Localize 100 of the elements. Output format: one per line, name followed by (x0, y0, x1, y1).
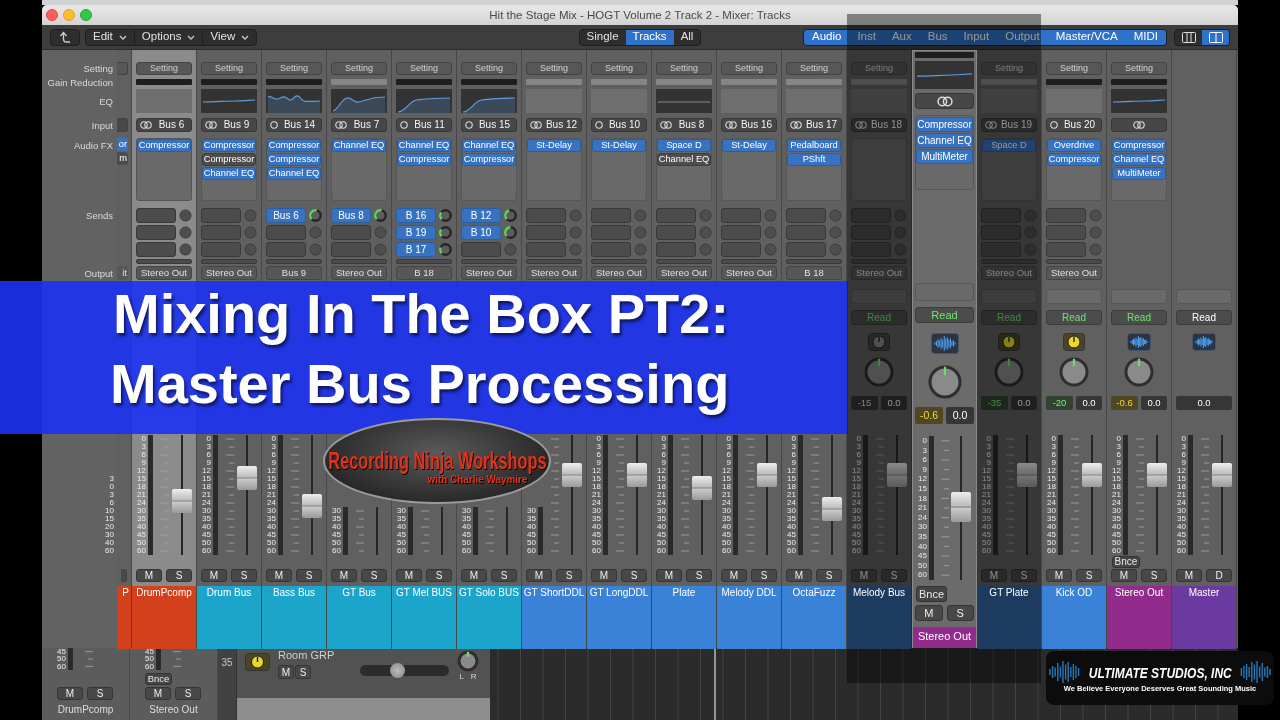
channel-button[interactable]: M (201, 569, 227, 582)
channel-button[interactable]: S (686, 569, 712, 582)
empty-send-slot[interactable] (526, 225, 566, 240)
plugin-button[interactable]: Compressor (267, 153, 321, 166)
automation-button[interactable]: Read (1046, 310, 1102, 325)
plugin-button[interactable]: Channel EQ (657, 153, 711, 166)
channel-button[interactable]: M (851, 569, 877, 582)
plugin-button[interactable]: Compressor (202, 139, 256, 152)
fader-cap[interactable] (172, 489, 192, 513)
filter-button[interactable]: Bus (919, 29, 956, 45)
empty-send-slot[interactable] (656, 208, 696, 223)
channel-button[interactable]: M (656, 569, 682, 582)
plugin-button[interactable]: Channel EQ (462, 139, 516, 152)
setting-button[interactable]: Setting (1046, 62, 1102, 75)
filter-button[interactable]: MIDI (1125, 29, 1166, 45)
setting-button[interactable]: Setting (786, 62, 842, 75)
setting-button[interactable]: Setting (1111, 62, 1167, 75)
destination-selector[interactable]: B 18 (786, 266, 842, 280)
setting-button[interactable]: Setting (981, 62, 1037, 75)
plugin-button[interactable]: Pedalboard (787, 139, 841, 152)
destination-selector[interactable]: Stereo Out (201, 266, 257, 280)
empty-send-slot[interactable] (786, 208, 826, 223)
channel-button[interactable]: S (295, 665, 311, 679)
eq-curve-display[interactable] (266, 89, 322, 113)
empty-send-slot[interactable] (201, 259, 257, 264)
plugin-button[interactable]: Compressor (137, 139, 191, 152)
destination-selector[interactable]: Stereo Out (656, 266, 712, 280)
channel-strip[interactable]: Setting Compressor Channel EQ MultiMeter Read -0.6 0.0 0 3 6 9 12 15 18 21 24 30 35 40 45 50 60 Bnce M S Stereo Out (1107, 50, 1172, 648)
channel-button[interactable]: S (426, 569, 452, 582)
channel-button[interactable]: S (231, 569, 257, 582)
channel-button[interactable]: S (87, 687, 113, 700)
fader-cap[interactable] (951, 491, 971, 522)
empty-send-slot[interactable] (786, 259, 842, 264)
setting-button[interactable]: Setting (266, 62, 322, 75)
send-button[interactable]: B 12 (461, 208, 501, 223)
empty-send-slot[interactable] (526, 242, 566, 257)
fader-cap[interactable] (757, 462, 777, 487)
close-button[interactable] (46, 9, 58, 21)
empty-send-slot[interactable] (526, 259, 582, 264)
channel-button[interactable]: S (491, 569, 517, 582)
channel-button[interactable]: S (621, 569, 647, 582)
source-selector[interactable]: Bus 17 (786, 118, 842, 132)
empty-send-slot[interactable] (721, 208, 761, 223)
send-button[interactable]: Bus 6 (266, 208, 306, 223)
destination-selector[interactable]: it (117, 266, 128, 280)
channel-button[interactable]: M (1111, 569, 1137, 582)
empty-send-slot[interactable] (136, 225, 176, 240)
plugin-button[interactable]: or (117, 138, 128, 151)
channel-button[interactable]: S (881, 569, 907, 582)
channel-button[interactable]: M (136, 569, 162, 582)
destination-selector[interactable]: Stereo Out (1046, 266, 1102, 280)
destination-selector[interactable]: Stereo Out (851, 266, 907, 280)
bounce-button[interactable]: Bnce (916, 586, 947, 602)
bounce-button[interactable]: Bnce (1112, 556, 1140, 568)
send-knob[interactable] (439, 209, 452, 222)
send-knob[interactable] (504, 209, 517, 222)
plugin-button[interactable]: PShft (787, 153, 841, 166)
empty-send-slot[interactable] (136, 242, 176, 257)
empty-send-slot[interactable] (266, 242, 306, 257)
empty-send-slot[interactable] (591, 225, 631, 240)
filter-button[interactable]: Master/VCA (1047, 29, 1126, 45)
plugin-button[interactable]: Compressor (202, 153, 256, 166)
back-button[interactable] (50, 28, 80, 46)
plugin-button[interactable]: Channel EQ (397, 139, 451, 152)
source-selector[interactable]: Bus 18 (851, 118, 907, 132)
source-selector[interactable]: Bus 11 (396, 118, 452, 132)
plugin-button[interactable]: Compressor (267, 139, 321, 152)
eq-curve-display[interactable] (331, 89, 387, 113)
empty-send-slot[interactable] (786, 225, 826, 240)
send-knob[interactable] (374, 209, 387, 222)
plugin-button[interactable]: Space D (982, 139, 1036, 152)
empty-send-slot[interactable] (591, 208, 631, 223)
view-mode-button[interactable]: Single (579, 29, 626, 45)
pan-knob[interactable] (1124, 357, 1154, 387)
send-button[interactable]: B 19 (396, 225, 436, 240)
channel-button[interactable]: M (786, 569, 812, 582)
menu-button[interactable]: View (202, 29, 257, 45)
channel-button[interactable]: M (981, 569, 1007, 582)
empty-send-slot[interactable] (1046, 259, 1102, 264)
destination-selector[interactable]: Stereo Out (136, 266, 192, 280)
send-knob[interactable] (439, 226, 452, 239)
empty-send-slot[interactable] (656, 225, 696, 240)
empty-send-slot[interactable] (331, 259, 387, 264)
filter-button[interactable]: Audio (804, 29, 850, 45)
empty-send-slot[interactable] (461, 259, 517, 264)
fader-cap[interactable] (627, 462, 647, 487)
setting-button[interactable]: Setting (851, 62, 907, 75)
plugin-button[interactable]: Compressor (462, 153, 516, 166)
eq-curve-display[interactable] (396, 89, 452, 113)
pan-knob[interactable] (864, 357, 894, 387)
setting-button[interactable]: Setting (201, 62, 257, 75)
plugin-button[interactable]: Channel EQ (916, 133, 973, 148)
channel-button[interactable]: M (57, 687, 83, 700)
empty-send-slot[interactable] (1046, 208, 1086, 223)
channel-button[interactable]: S (175, 687, 201, 700)
channel-button[interactable]: S (816, 569, 842, 582)
menu-button[interactable]: Options (133, 29, 203, 45)
fader-cap[interactable] (692, 475, 712, 500)
channel-button[interactable]: M (396, 569, 422, 582)
cropped-button-edge[interactable] (117, 118, 128, 132)
